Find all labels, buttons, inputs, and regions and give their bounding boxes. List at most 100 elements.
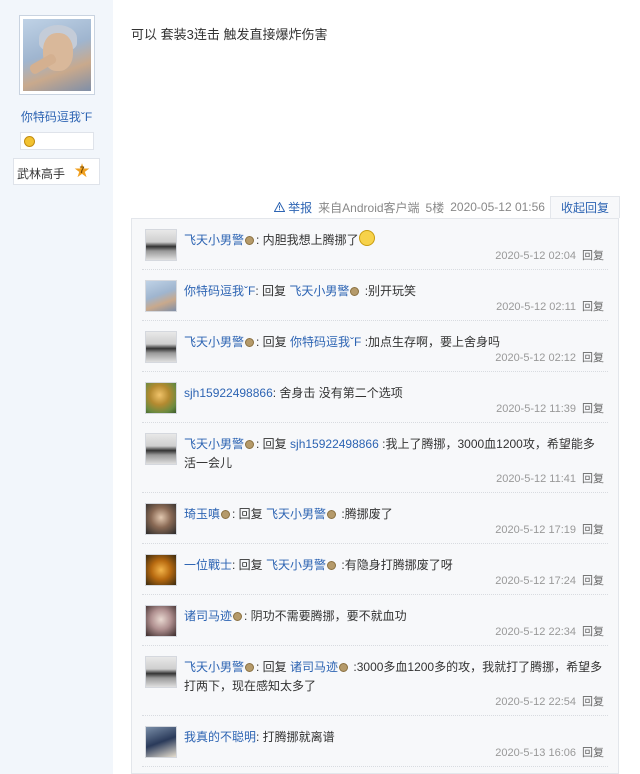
reply-item: 诸司马迹 : 阴功不需要腾挪，要不就血功 2020-5-12 22:34 回复 (142, 595, 608, 646)
member-badge[interactable]: 武林高手 ★ 7 (13, 158, 100, 185)
reply-body: 诸司马迹 : 阴功不需要腾挪，要不就血功 (184, 595, 608, 626)
reply-button[interactable]: 回复 (582, 524, 604, 536)
reply-avatar[interactable] (145, 605, 177, 637)
reply-target-username[interactable]: 飞天小男警 (289, 284, 349, 298)
reply-meta: 2020-5-12 02:12 回复 (495, 349, 606, 365)
reply-text: : 阴功不需要腾挪，要不就血功 (244, 609, 407, 623)
user-level-icon (245, 663, 255, 673)
reply-item: sjh15922498866: 舍身击 没有第二个选项 2020-5-12 11:… (142, 372, 608, 423)
reply-body: 飞天小男警: 回复 sjh15922498866 :我上了腾挪，3000血120… (184, 423, 608, 473)
reply-item: 一位戰士: 回复 飞天小男警 :有隐身打腾挪废了呀 2020-5-12 17:24… (142, 544, 608, 595)
author-username[interactable]: 你特码逗我ˇF (0, 108, 113, 125)
reply-avatar[interactable] (145, 656, 177, 688)
level-coin-icon (24, 136, 35, 147)
reply-avatar[interactable] (145, 726, 177, 758)
reply-avatar[interactable] (145, 229, 177, 261)
reply-username[interactable]: 飞天小男警 (184, 660, 244, 674)
reply-button[interactable]: 回复 (582, 301, 604, 313)
reply-item: 你特码逗我ˇF: 回复 飞天小男警 :别开玩笑 2020-5-12 02:11 回复 (142, 270, 608, 321)
reply-username[interactable]: 飞天小男警 (184, 437, 244, 451)
reply-meta: 2020-5-13 16:06 回复 (495, 744, 606, 760)
user-level-icon (350, 287, 360, 297)
reply-avatar[interactable] (145, 280, 177, 312)
reply-list: 飞天小男警: 内胆我想上腾挪了 2020-5-12 02:04 回复 你特码逗我ˇF:… (131, 218, 619, 774)
reply-time: 2020-5-12 11:39 (496, 403, 576, 415)
reply-target-username[interactable]: 飞天小男警 (266, 558, 326, 572)
reply-item: 飞天小男警: 回复 sjh15922498866 :我上了腾挪，3000血120… (142, 423, 608, 493)
reply-username[interactable]: 你特码逗我ˇF (184, 284, 255, 298)
reply-target-username[interactable]: sjh15922498866 (290, 437, 379, 451)
reply-text: : 内胆我想上腾挪了 (256, 233, 359, 247)
user-level-icon (339, 663, 349, 673)
reply-button[interactable]: 回复 (582, 696, 604, 708)
reply-button[interactable]: 回复 (582, 575, 604, 587)
reply-meta: 2020-5-12 17:24 回复 (495, 572, 606, 588)
reply-body: 飞天小男警: 回复 诸司马迹 :3000多血1200多的攻，我就打了腾挪，希望多… (184, 646, 608, 696)
reply-button[interactable]: 回复 (582, 626, 604, 638)
reply-username[interactable]: 飞天小男警 (184, 335, 244, 349)
reply-item: 琦玉嗔: 回复 飞天小男警 :腾挪废了 2020-5-12 17:19 回复 (142, 493, 608, 544)
reply-item: 我真的不聪明: 打腾挪就离谱 2020-5-13 16:06 回复 (142, 716, 608, 767)
reply-button[interactable]: 回复 (582, 250, 604, 262)
reply-item: 飞天小男警: 内胆我想上腾挪了 2020-5-12 02:04 回复 (142, 219, 608, 270)
report-link[interactable]: 举报 (274, 199, 312, 216)
reply-body: 我真的不聪明: 打腾挪就离谱 (184, 716, 608, 747)
user-level-icon (233, 612, 243, 622)
level-box (20, 132, 94, 150)
reply-username[interactable]: sjh15922498866 (184, 386, 273, 400)
reply-button[interactable]: 回复 (582, 747, 604, 759)
reply-item: 飞天小男警: 回复 你特码逗我ˇF :加点生存啊，要上舍身吗 2020-5-12 … (142, 321, 608, 372)
reply-avatar[interactable] (145, 382, 177, 414)
reply-meta: 2020-5-12 22:34 回复 (495, 623, 606, 639)
reply-meta: 2020-5-12 17:19 回复 (495, 521, 606, 537)
reply-text: :别开玩笑 (361, 284, 417, 298)
reply-time: 2020-5-12 17:24 (495, 575, 576, 587)
reply-avatar[interactable] (145, 331, 177, 363)
user-level-icon (245, 440, 255, 450)
reply-target-username[interactable]: 飞天小男警 (266, 507, 326, 521)
collapse-replies-button[interactable]: 收起回复 (549, 196, 620, 218)
reply-button[interactable]: 回复 (582, 352, 604, 364)
reply-to-word: : 回复 (256, 660, 291, 674)
post-floor: 5楼 (425, 200, 445, 215)
report-label: 举报 (288, 200, 313, 215)
reply-username[interactable]: 飞天小男警 (184, 233, 244, 247)
reply-target-username[interactable]: 你特码逗我ˇF (290, 335, 361, 349)
reply-button[interactable]: 回复 (582, 403, 604, 415)
reply-body: 琦玉嗔: 回复 飞天小男警 :腾挪废了 (184, 493, 608, 524)
user-level-icon (245, 338, 255, 348)
reply-to-word: : 回复 (256, 437, 291, 451)
reply-body: 飞天小男警: 回复 你特码逗我ˇF :加点生存啊，要上舍身吗 (184, 321, 608, 352)
badge-title: 武林高手 (17, 167, 66, 181)
smiley-emoji-icon (358, 229, 375, 246)
reply-username[interactable]: 一位戰士 (184, 558, 232, 572)
user-level-icon (327, 510, 337, 520)
reply-avatar[interactable] (145, 554, 177, 586)
post-content: 可以 套装3连击 触发直接爆炸伤害 (131, 27, 328, 42)
post-time: 2020-05-12 01:56 (450, 200, 545, 214)
post-source: 来自Android客户端 (318, 200, 420, 215)
reply-text: : 打腾挪就离谱 (256, 730, 335, 744)
reply-time: 2020-5-12 17:19 (495, 524, 576, 536)
reply-time: 2020-5-12 02:12 (495, 352, 576, 364)
reply-text: : 舍身击 没有第二个选项 (272, 386, 403, 400)
reply-time: 2020-5-12 22:34 (495, 626, 576, 638)
reply-body: 你特码逗我ˇF: 回复 飞天小男警 :别开玩笑 (184, 270, 608, 301)
reply-time: 2020-5-12 11:41 (496, 473, 576, 485)
reply-time: 2020-5-12 22:54 (495, 696, 576, 708)
reply-meta: 2020-5-12 02:11 回复 (496, 298, 606, 314)
reply-to-word: : 回复 (232, 558, 267, 572)
post-tail: 举报 来自Android客户端 5楼 2020-05-12 01:56 收起回复 (274, 196, 620, 218)
reply-target-username[interactable]: 诸司马迹 (290, 660, 338, 674)
reply-username[interactable]: 琦玉嗔 (184, 507, 220, 521)
reply-button[interactable]: 回复 (582, 473, 604, 485)
badge-level: 7 (79, 165, 85, 175)
reply-username[interactable]: 我真的不聪明 (184, 730, 256, 744)
reply-body: 一位戰士: 回复 飞天小男警 :有隐身打腾挪废了呀 (184, 544, 608, 575)
reply-avatar[interactable] (145, 433, 177, 465)
reply-meta: 2020-5-12 11:39 回复 (496, 400, 606, 416)
reply-avatar[interactable] (145, 503, 177, 535)
author-avatar[interactable] (19, 15, 95, 95)
reply-username[interactable]: 诸司马迹 (184, 609, 232, 623)
reply-text: :加点生存啊，要上舍身吗 (361, 335, 501, 349)
